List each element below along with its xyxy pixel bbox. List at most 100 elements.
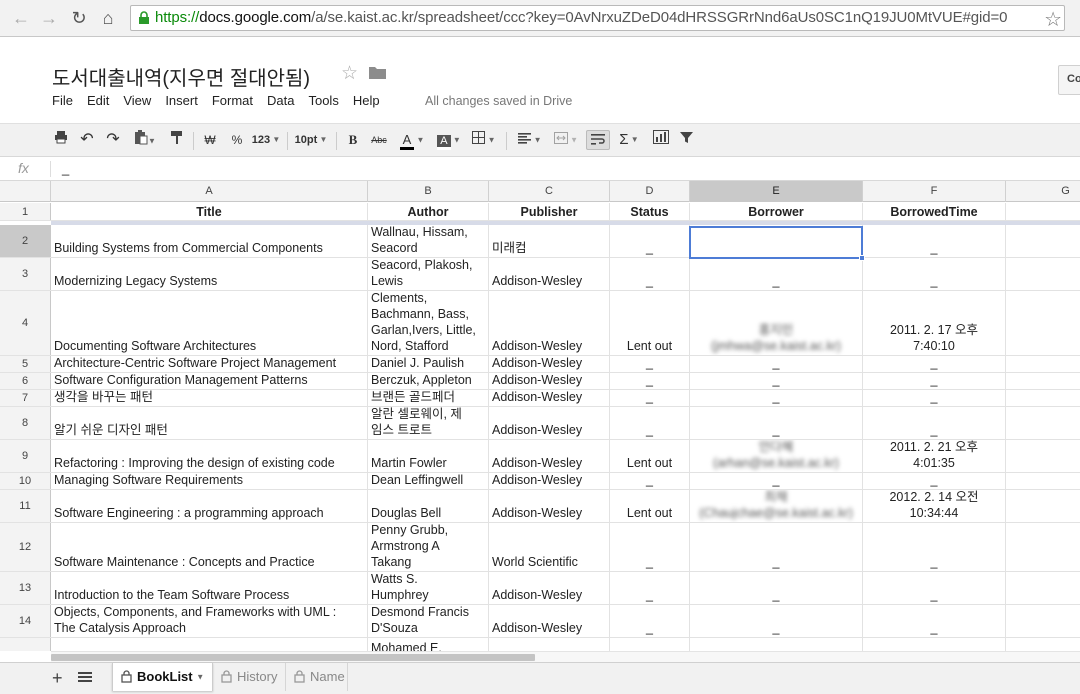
- menu-file[interactable]: File: [52, 93, 73, 108]
- column-header-d[interactable]: D: [610, 181, 690, 202]
- title-cell[interactable]: 생각을 바꾸는 패턴: [51, 390, 368, 406]
- publisher-cell[interactable]: Addison-Wesley: [489, 572, 610, 604]
- row-header[interactable]: 8: [0, 407, 51, 439]
- status-cell[interactable]: _: [610, 473, 690, 489]
- author-cell[interactable]: Clements, Bachmann, Bass, Garlan,Ivers, …: [368, 291, 489, 355]
- row-header[interactable]: 5: [0, 356, 51, 372]
- status-cell[interactable]: _: [610, 572, 690, 604]
- column-header-b[interactable]: B: [368, 181, 489, 202]
- column-header-e[interactable]: E: [690, 181, 863, 202]
- row-header[interactable]: 13: [0, 572, 51, 604]
- header-cell[interactable]: Title: [51, 203, 368, 220]
- row-header[interactable]: 2: [0, 225, 51, 257]
- title-cell[interactable]: Refactoring : Improving the design of ex…: [51, 440, 368, 472]
- star-icon[interactable]: ☆: [341, 62, 358, 85]
- filter-icon[interactable]: [677, 130, 695, 150]
- reload-icon[interactable]: ↻: [68, 7, 90, 29]
- currency-format-button[interactable]: ₩: [201, 130, 219, 150]
- empty-cell[interactable]: [1006, 605, 1080, 637]
- row-header[interactable]: 1: [0, 203, 51, 220]
- title-cell[interactable]: Modernizing Legacy Systems: [51, 258, 368, 290]
- borrower-cell[interactable]: _: [690, 373, 863, 389]
- header-cell[interactable]: BorrowedTime: [863, 203, 1006, 220]
- author-cell[interactable]: Douglas Bell: [368, 490, 489, 522]
- row-header[interactable]: [0, 638, 51, 651]
- empty-cell[interactable]: [1006, 258, 1080, 290]
- column-header-a[interactable]: A: [51, 181, 368, 202]
- status-cell[interactable]: _: [610, 407, 690, 439]
- publisher-cell[interactable]: Addison-Wesley: [489, 291, 610, 355]
- title-cell[interactable]: Architecture-Centric Software Project Ma…: [51, 356, 368, 372]
- author-cell[interactable]: Wallnau, Hissam, Seacord: [368, 225, 489, 257]
- sheet-menu-caret-icon[interactable]: ▼: [196, 673, 204, 682]
- row-header[interactable]: 9: [0, 440, 51, 472]
- forward-arrow-icon[interactable]: →: [38, 7, 60, 29]
- time-cell[interactable]: _: [863, 473, 1006, 489]
- borrower-cell[interactable]: _: [690, 356, 863, 372]
- home-icon[interactable]: ⌂: [97, 7, 119, 29]
- title-cell[interactable]: Introduction to the Team Software Proces…: [51, 572, 368, 604]
- borrower-cell[interactable]: [690, 638, 863, 651]
- author-cell[interactable]: Seacord, Plakosh, Lewis: [368, 258, 489, 290]
- empty-cell[interactable]: [1006, 407, 1080, 439]
- title-cell[interactable]: Software Maintenance : Concepts and Prac…: [51, 523, 368, 571]
- bookmark-star-icon[interactable]: ☆: [1044, 7, 1062, 32]
- bold-button[interactable]: B: [345, 130, 361, 150]
- empty-cell[interactable]: [1006, 523, 1080, 571]
- sheet-tab-history[interactable]: History: [213, 663, 286, 691]
- row-header[interactable]: 14: [0, 605, 51, 637]
- status-cell[interactable]: _: [610, 523, 690, 571]
- borrower-cell[interactable]: 홍지민 (jmhwa@se.kaist.ac.kr): [690, 291, 863, 355]
- time-cell[interactable]: 2012. 2. 14 오전 10:34:44: [863, 490, 1006, 522]
- sheet-tab-booklist[interactable]: BookList ▼: [112, 663, 213, 691]
- borrower-cell[interactable]: _: [690, 523, 863, 571]
- all-sheets-list-icon[interactable]: [78, 670, 92, 684]
- empty-cell[interactable]: [1006, 490, 1080, 522]
- publisher-cell[interactable]: Addison-Wesley: [489, 440, 610, 472]
- title-cell[interactable]: Software Engineering : a programming app…: [51, 490, 368, 522]
- paint-format-icon[interactable]: [168, 130, 186, 150]
- publisher-cell[interactable]: World Scientific: [489, 523, 610, 571]
- menu-format[interactable]: Format: [212, 93, 253, 108]
- author-cell[interactable]: Berczuk, Appleton: [368, 373, 489, 389]
- strikethrough-button[interactable]: Abc: [368, 130, 390, 150]
- author-cell[interactable]: Desmond Francis D'Souza: [368, 605, 489, 637]
- author-cell[interactable]: Daniel J. Paulish: [368, 356, 489, 372]
- author-cell[interactable]: Watts S. Humphrey: [368, 572, 489, 604]
- status-cell[interactable]: [610, 638, 690, 651]
- back-arrow-icon[interactable]: ←: [10, 7, 32, 29]
- time-cell[interactable]: _: [863, 523, 1006, 571]
- header-cell[interactable]: Publisher: [489, 203, 610, 220]
- title-cell[interactable]: Documenting Software Architectures: [51, 291, 368, 355]
- row-header[interactable]: 4: [0, 291, 51, 355]
- publisher-cell[interactable]: Addison-Wesley: [489, 605, 610, 637]
- publisher-cell[interactable]: Addison-Wesley: [489, 356, 610, 372]
- add-sheet-button[interactable]: +: [52, 668, 63, 689]
- menu-insert[interactable]: Insert: [165, 93, 198, 108]
- status-cell[interactable]: Lent out: [610, 490, 690, 522]
- column-header-f[interactable]: F: [863, 181, 1006, 202]
- author-cell[interactable]: 브랜든 골드페더: [368, 390, 489, 406]
- header-cell[interactable]: Status: [610, 203, 690, 220]
- menu-data[interactable]: Data: [267, 93, 294, 108]
- print-icon[interactable]: [52, 130, 70, 150]
- menu-view[interactable]: View: [123, 93, 151, 108]
- author-cell[interactable]: Martin Fowler: [368, 440, 489, 472]
- sheet-tab-name[interactable]: Name: [286, 663, 348, 691]
- document-title[interactable]: 도서대출내역(지우면 절대안됨): [52, 62, 310, 91]
- address-bar[interactable]: https://docs.google.com/a/se.kaist.ac.kr…: [130, 5, 1065, 31]
- align-left-icon[interactable]: ▼: [514, 130, 546, 150]
- publisher-cell[interactable]: Addison-Wesley: [489, 373, 610, 389]
- status-cell[interactable]: _: [610, 605, 690, 637]
- header-cell[interactable]: Author: [368, 203, 489, 220]
- row-header[interactable]: 12: [0, 523, 51, 571]
- publisher-cell[interactable]: Addison-Wesley: [489, 390, 610, 406]
- title-cell[interactable]: [51, 638, 368, 651]
- functions-button[interactable]: Σ ▼: [614, 130, 644, 150]
- time-cell[interactable]: _: [863, 390, 1006, 406]
- formula-input[interactable]: _: [62, 161, 69, 176]
- more-formats-dropdown[interactable]: 123 ▼: [250, 130, 282, 150]
- scrollbar-thumb[interactable]: [51, 654, 535, 661]
- menu-tools[interactable]: Tools: [308, 93, 338, 108]
- header-cell[interactable]: [1006, 203, 1080, 220]
